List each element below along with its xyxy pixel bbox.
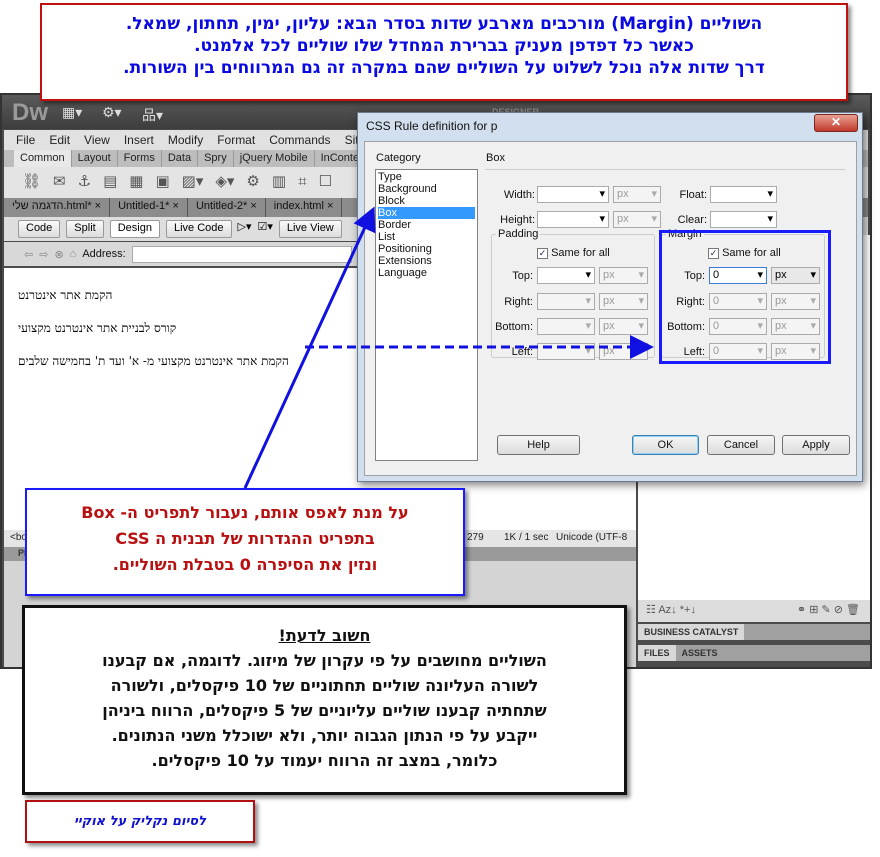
callout-margin-intro: השוליים (Margin) מורכבים מארבע שדות בסדר…	[40, 3, 848, 101]
callout-reset-instructions: על מנת לאפס אותם, נעבור לתפריט ה- Box בת…	[25, 488, 465, 596]
callout-line: לשורה העליונה שוליים תחתוניים של 10 פיקס…	[110, 676, 539, 695]
callout-line: ונזין את הסיפרה 0 בטבלת השוליים.	[112, 555, 378, 574]
callout-line: כאשר כל דפדפן מעניק בברירת המחדל שלו שול…	[194, 36, 694, 56]
arrow-to-box-category	[243, 206, 376, 489]
callout-line: שתחתיה קבענו שוליים עליוניים של 5 פיקסלי…	[102, 701, 547, 720]
callout-line: השוליים (Margin) מורכבים מארבע שדות בסדר…	[125, 14, 763, 34]
callout-finish: לסיום נקליק על אוקיי	[25, 800, 255, 843]
callout-line: השוליים מחושבים על פי עקרון של מיזוג. לד…	[102, 651, 547, 670]
callout-line: ייקבע על פי הנתון הגבוה יותר, ולא ישוכלל…	[111, 726, 538, 745]
callout-important-note: חשוב לדעת! השוליים מחושבים על פי עקרון ש…	[22, 605, 627, 795]
callout-line: דרך שדות אלה נוכל לשלוט על השוליים שהם ב…	[123, 58, 765, 78]
callout-line: בתפריט ההגדרות של תבנית ה CSS	[115, 529, 375, 548]
callout-line: כלומר, במצב זה הרווח יעמוד על 10 פיקסלים…	[151, 751, 498, 770]
callout-line: על מנת לאפס אותם, נעבור לתפריט ה- Box	[81, 503, 409, 522]
callout-heading: חשוב לדעת!	[278, 626, 371, 645]
